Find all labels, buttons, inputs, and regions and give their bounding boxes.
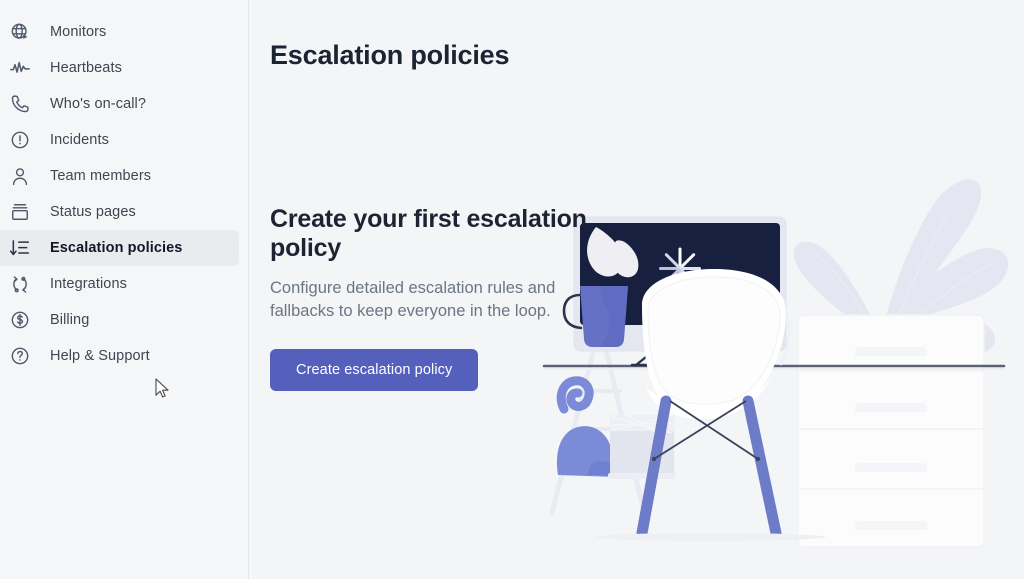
shuffle-icon bbox=[8, 272, 32, 296]
user-icon bbox=[8, 164, 32, 188]
sidebar-item-label: Monitors bbox=[50, 24, 107, 40]
sidebar-item-integrations[interactable]: Integrations bbox=[0, 266, 239, 302]
archive-icon bbox=[8, 200, 32, 224]
sidebar-item-status-pages[interactable]: Status pages bbox=[0, 194, 239, 230]
sidebar-item-billing[interactable]: Billing bbox=[0, 302, 239, 338]
loading-spinner-icon bbox=[659, 247, 701, 290]
alert-circle-icon bbox=[8, 128, 32, 152]
sidebar-item-monitors[interactable]: Monitors bbox=[0, 14, 239, 50]
create-escalation-policy-button[interactable]: Create escalation policy bbox=[270, 349, 479, 392]
sidebar-item-label: Team members bbox=[50, 168, 152, 184]
sidebar-item-escalation-policies[interactable]: Escalation policies bbox=[0, 230, 239, 266]
drawer-cabinet bbox=[797, 314, 985, 548]
sidebar-nav: Monitors Heartbeats Who's on-call? Incid… bbox=[0, 0, 249, 579]
sidebar-item-heartbeats[interactable]: Heartbeats bbox=[0, 50, 239, 86]
question-circle-icon bbox=[8, 344, 32, 368]
sidebar-item-label: Integrations bbox=[50, 276, 127, 292]
sidebar-item-help-support[interactable]: Help & Support bbox=[0, 338, 239, 374]
sidebar-item-team-members[interactable]: Team members bbox=[0, 158, 239, 194]
empty-state: Create your first escalation policy Conf… bbox=[270, 205, 650, 392]
empty-state-description: Configure detailed escalation rules and … bbox=[270, 278, 556, 320]
empty-state-title: Create your first escalation policy bbox=[270, 205, 587, 262]
sidebar-item-label: Heartbeats bbox=[50, 60, 122, 76]
sidebar-item-label: Billing bbox=[50, 312, 90, 328]
sidebar-item-label: Escalation policies bbox=[50, 240, 183, 256]
sidebar-item-label: Incidents bbox=[50, 132, 109, 148]
phone-icon bbox=[8, 92, 32, 116]
potted-plant bbox=[793, 179, 1009, 417]
sidebar-item-label: Help & Support bbox=[50, 348, 150, 364]
sidebar-item-whos-on-call[interactable]: Who's on-call? bbox=[0, 86, 239, 122]
dollar-circle-icon bbox=[8, 308, 32, 332]
page-title: Escalation policies bbox=[270, 40, 510, 71]
sort-desc-icon bbox=[8, 236, 32, 260]
cat bbox=[556, 376, 620, 477]
sidebar-item-label: Status pages bbox=[50, 204, 136, 220]
sidebar-item-incidents[interactable]: Incidents bbox=[0, 122, 239, 158]
globe-icon bbox=[8, 20, 32, 44]
mouse-pointer-icon bbox=[155, 378, 169, 398]
pulse-icon bbox=[8, 56, 32, 80]
main-content: Escalation policies Create your first es… bbox=[249, 0, 1024, 579]
app-root: Monitors Heartbeats Who's on-call? Incid… bbox=[0, 0, 1024, 579]
storage-box bbox=[608, 412, 676, 479]
sidebar-item-label: Who's on-call? bbox=[50, 96, 147, 112]
